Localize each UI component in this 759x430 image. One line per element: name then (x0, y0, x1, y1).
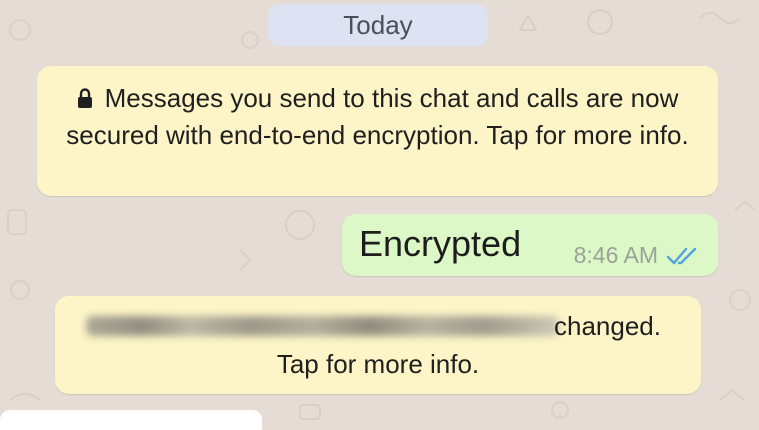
date-divider-label: Today (343, 9, 413, 40)
encryption-notice[interactable]: Messages you send to this chat and calls… (37, 66, 718, 196)
lock-icon (77, 88, 92, 108)
security-code-notice[interactable]: changed. Tap for more info. (55, 296, 701, 394)
security-code-line: changed. (55, 310, 701, 342)
double-check-read-icon (666, 247, 697, 264)
redacted-contact-name (86, 316, 559, 336)
message-input-edge[interactable] (0, 410, 262, 430)
date-divider: Today (268, 4, 488, 46)
message-meta: 8:46 AM (574, 242, 702, 269)
tap-for-info-text: Tap for more info. (276, 349, 480, 379)
message-text: Encrypted (359, 223, 522, 264)
encryption-notice-text: Messages you send to this chat and calls… (66, 83, 689, 150)
security-code-changed-text: changed. (554, 311, 661, 341)
message-time: 8:46 AM (573, 242, 658, 268)
outgoing-message-bubble[interactable]: Encrypted 8:46 AM (342, 214, 718, 276)
